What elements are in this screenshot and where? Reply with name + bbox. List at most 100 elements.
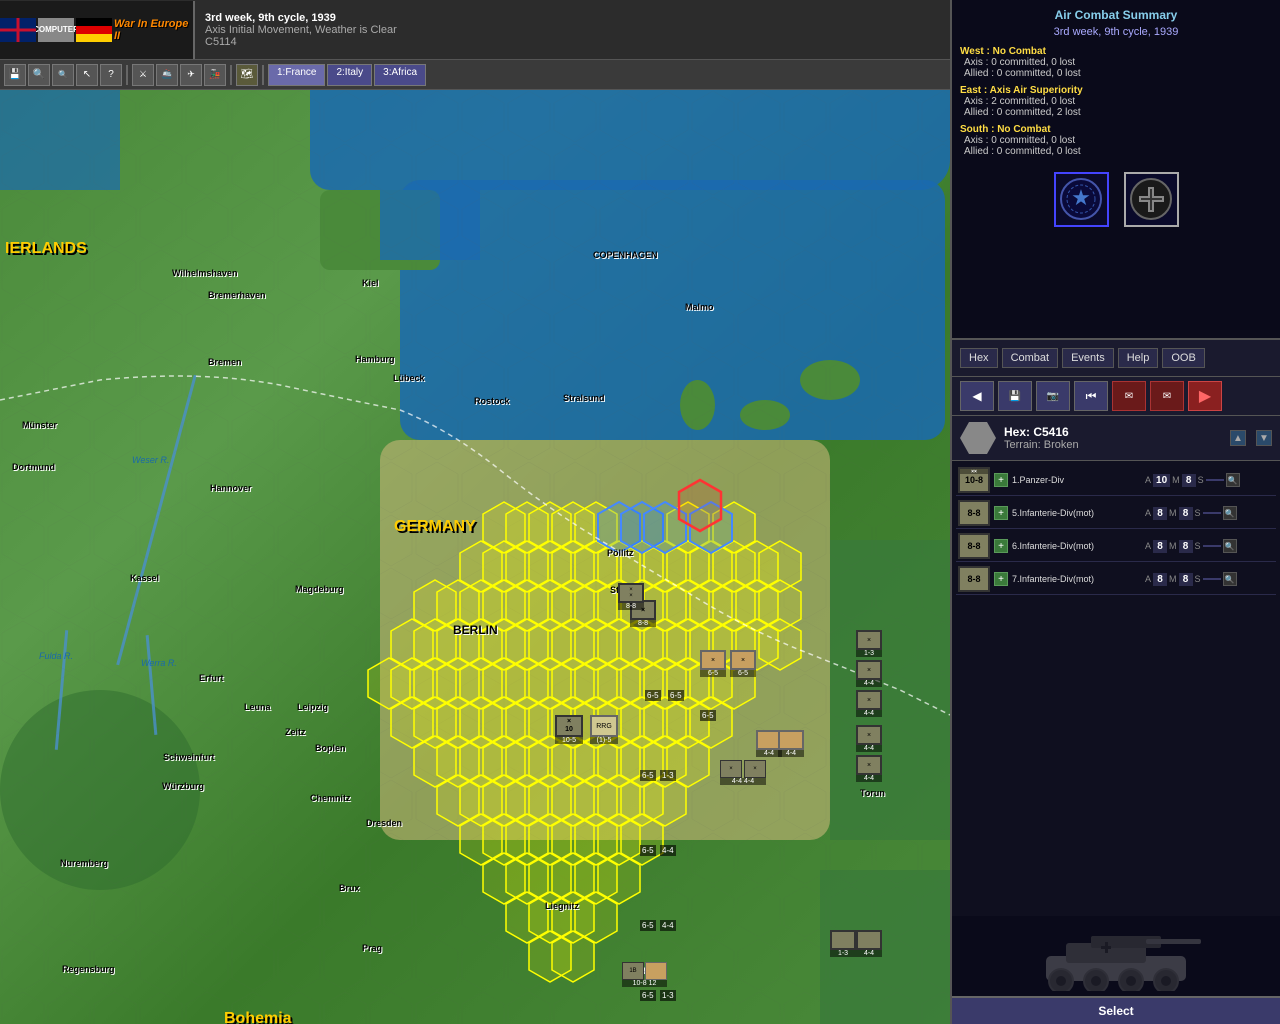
- action-fast-back[interactable]: ⏮: [1074, 381, 1108, 411]
- toolbar-sep3: [262, 65, 264, 85]
- unit-mini[interactable]: 1B: [622, 962, 644, 980]
- unit-counter[interactable]: ××: [618, 583, 644, 603]
- expand-unit-0[interactable]: +: [994, 473, 1008, 487]
- west-allied: Allied : 0 committed, 0 lost: [964, 68, 1272, 79]
- unit-counter[interactable]: [830, 930, 856, 950]
- toolbar-unit2[interactable]: 🚢: [156, 64, 178, 86]
- toolbar-unit3[interactable]: ✈: [180, 64, 202, 86]
- expand-unit-2[interactable]: +: [994, 539, 1008, 553]
- action-camera[interactable]: 📷: [1036, 381, 1070, 411]
- unit-counter-rr[interactable]: RRG: [590, 715, 618, 737]
- hex-scroll-up[interactable]: ▲: [1230, 430, 1246, 446]
- unit-icon-0[interactable]: 10-8 ××: [958, 467, 990, 493]
- unit-icon-3[interactable]: 8-8: [958, 566, 990, 592]
- unit-counter-polish[interactable]: ×: [700, 650, 726, 670]
- unit-counter[interactable]: ×: [856, 755, 882, 775]
- city-magdeburg: Magdeburg: [295, 584, 344, 594]
- tab-france[interactable]: 1:France: [268, 64, 325, 86]
- city-hamburg: Hamburg: [355, 354, 395, 364]
- air-combat-title: Air Combat Summary: [960, 8, 1272, 22]
- coast-water: [0, 90, 120, 190]
- nav-buttons: Hex Combat Events Help OOB: [952, 340, 1280, 377]
- toolbar-zoom-in[interactable]: 🔍: [28, 64, 50, 86]
- city-zeitz: Zeitz: [285, 727, 306, 737]
- country-bohemia: Bohemia: [224, 1010, 292, 1024]
- expand-unit-1[interactable]: +: [994, 506, 1008, 520]
- unit-stats-1: A 8 M 8 S 🔍: [1145, 506, 1274, 520]
- phase-info: Axis Initial Movement, Weather is Clear: [205, 24, 397, 36]
- toolbar-unit4[interactable]: 🚂: [204, 64, 226, 86]
- country-netherlands: IERLANDS: [5, 240, 87, 258]
- action-next[interactable]: ▶: [1188, 381, 1222, 411]
- unit-counter[interactable]: ×10: [555, 715, 583, 737]
- toolbar-map[interactable]: 🗺: [236, 64, 258, 86]
- hex-id: Hex: C5416: [1004, 425, 1079, 439]
- unit-zoom-2[interactable]: 🔍: [1223, 539, 1237, 553]
- unit-zoom-0[interactable]: 🔍: [1226, 473, 1240, 487]
- city-kassel: Kassel: [130, 573, 159, 583]
- expand-unit-3[interactable]: +: [994, 572, 1008, 586]
- city-copenhagen: COPENHAGEN: [593, 250, 658, 260]
- select-button[interactable]: Select: [952, 996, 1280, 1024]
- action-stop[interactable]: ✉: [1112, 381, 1146, 411]
- hex-scroll-down[interactable]: ▼: [1256, 430, 1272, 446]
- river-fulda-label: Fulda R.: [39, 651, 73, 661]
- city-malmo: Malmo: [685, 302, 714, 312]
- unit-zoom-3[interactable]: 🔍: [1223, 572, 1237, 586]
- tab-oob[interactable]: OOB: [1162, 348, 1204, 368]
- action-prev-left[interactable]: ◀: [960, 381, 994, 411]
- tab-hex[interactable]: Hex: [960, 348, 998, 368]
- unit-mini[interactable]: ×: [744, 760, 766, 778]
- unit-counter-p[interactable]: [778, 730, 804, 750]
- tab-africa[interactable]: 3:Africa: [374, 64, 426, 86]
- svg-text:★: ★: [1071, 185, 1091, 210]
- unit-east-1: × 1-3: [856, 630, 882, 657]
- unit-counter[interactable]: ×: [856, 630, 882, 650]
- tab-help[interactable]: Help: [1118, 348, 1159, 368]
- unit-zoom-1[interactable]: 🔍: [1223, 506, 1237, 520]
- unit-mini-polish[interactable]: [645, 962, 667, 980]
- city-hannover: Hannover: [210, 483, 252, 493]
- unit-counter[interactable]: ×: [856, 690, 882, 710]
- unit-east-4: × 4-4: [856, 725, 882, 752]
- unit-east-2: × 4-4: [856, 660, 882, 687]
- unit-icon-2[interactable]: 8-8: [958, 533, 990, 559]
- toolbar-zoom-out[interactable]: 🔍: [52, 64, 74, 86]
- city-munster: Münster: [22, 420, 57, 430]
- unit-polish-1: × 6-5: [700, 650, 726, 677]
- tab-events[interactable]: Events: [1062, 348, 1114, 368]
- toolbar-help[interactable]: ?: [100, 64, 122, 86]
- denmark-water: [380, 190, 480, 260]
- toolbar-sep2: [230, 65, 232, 85]
- tab-combat[interactable]: Combat: [1002, 348, 1059, 368]
- city-leipzig: Leipzig: [297, 702, 328, 712]
- toolbar-unit1[interactable]: ⚔: [132, 64, 154, 86]
- city-schweinfurt: Schweinfurt: [163, 752, 215, 762]
- unit-counter[interactable]: ×: [856, 660, 882, 680]
- west-axis: Axis : 0 committed, 0 lost: [964, 57, 1272, 68]
- axis-air-icon: [1124, 172, 1179, 227]
- toolbar-arrow[interactable]: ↖: [76, 64, 98, 86]
- city-wilhelmshaven: Wilhelmshaven: [172, 268, 237, 278]
- action-buttons: ◀ 💾 📷 ⏮ ✉ ✉ ▶: [952, 377, 1280, 416]
- unit-mini[interactable]: ×: [720, 760, 742, 778]
- unit-counter-polish[interactable]: ×: [730, 650, 756, 670]
- city-leuna: Leuna: [244, 702, 271, 712]
- city-berlin: BERLIN: [453, 623, 498, 637]
- city-stralsund: Stralsund: [563, 393, 605, 403]
- unit-stats-3: A 8 M 8 S 🔍: [1145, 572, 1274, 586]
- action-save-disk[interactable]: 💾: [998, 381, 1032, 411]
- toolbar-save[interactable]: 💾: [4, 64, 26, 86]
- unit-icon-1[interactable]: 8-8: [958, 500, 990, 526]
- unit-counter[interactable]: ×: [856, 725, 882, 745]
- map-area[interactable]: COPENHAGEN Malmo Wilhelmshaven Bremerhav…: [0, 90, 950, 1024]
- action-alert[interactable]: ✉: [1150, 381, 1184, 411]
- unit-stettin: ×× 8-8: [618, 583, 644, 610]
- city-pollitz: Pöllitz: [607, 548, 634, 558]
- toolbar: 💾 🔍 🔍 ↖ ? ⚔ 🚢 ✈ 🚂 🗺 1:France 2:Italy 3:A…: [0, 60, 950, 90]
- unit-counter[interactable]: [856, 930, 882, 950]
- unit-label-1: 6-5: [645, 690, 661, 701]
- tab-italy[interactable]: 2:Italy: [327, 64, 372, 86]
- south-label: South : No Combat: [960, 124, 1272, 135]
- unit-label-2: 6-5: [668, 690, 684, 701]
